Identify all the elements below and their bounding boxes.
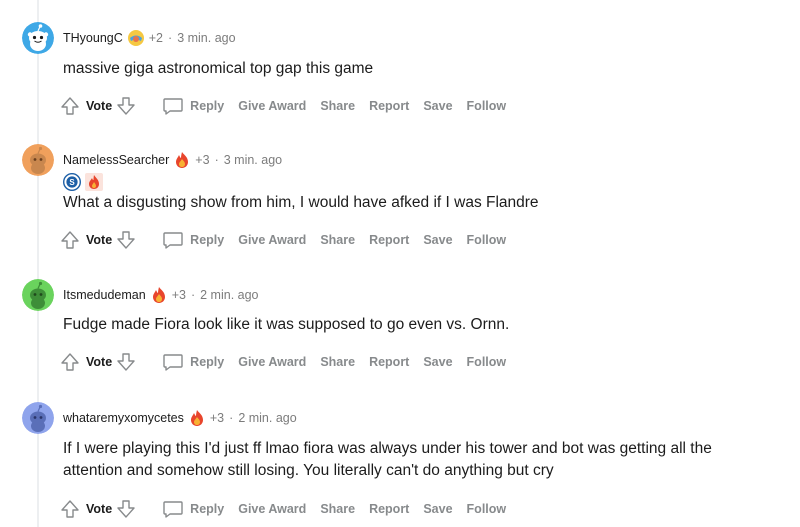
report-button[interactable]: Report	[369, 233, 409, 247]
follow-button[interactable]: Follow	[467, 355, 507, 369]
comment-bubble-icon	[163, 98, 183, 115]
report-button[interactable]: Report	[369, 355, 409, 369]
report-button[interactable]: Report	[369, 502, 409, 516]
username-link[interactable]: THyoungC	[63, 31, 123, 45]
share-button[interactable]: Share	[320, 355, 355, 369]
comment-body: Fudge made Fiora look like it was suppos…	[63, 316, 510, 333]
follow-button[interactable]: Follow	[467, 99, 507, 113]
share-button[interactable]: Share	[320, 502, 355, 516]
separator-dot: ·	[168, 31, 173, 45]
comment-bubble-icon	[163, 354, 183, 371]
downvote-icon[interactable]	[116, 230, 136, 250]
comment-body: If I were playing this I'd just ff lmao …	[63, 440, 712, 479]
snoo-avatar-icon	[22, 279, 54, 311]
award-count[interactable]: +3	[210, 411, 224, 425]
reply-button[interactable]: Reply	[162, 499, 224, 519]
upvote-icon[interactable]	[60, 96, 80, 116]
timestamp[interactable]: 3 min. ago	[177, 31, 235, 45]
separator-dot: ·	[190, 288, 196, 302]
reply-button[interactable]: Reply	[162, 96, 224, 116]
fire-award-icon[interactable]	[173, 151, 191, 169]
award-count[interactable]: +2	[149, 31, 163, 45]
timestamp[interactable]: 2 min. ago	[238, 411, 296, 425]
downvote-icon[interactable]	[116, 499, 136, 519]
reply-label: Reply	[190, 502, 225, 516]
comment-actions: Vote Reply Give Award Share Report Save …	[60, 497, 506, 521]
save-button[interactable]: Save	[423, 99, 452, 113]
downvote-icon[interactable]	[116, 352, 136, 372]
share-button[interactable]: Share	[320, 99, 355, 113]
give-award-button[interactable]: Give Award	[238, 99, 306, 113]
comment-actions: Vote Reply Give Award Share Report Save …	[60, 94, 506, 118]
reply-button[interactable]: Reply	[162, 230, 224, 250]
separator-dot: ·	[229, 411, 234, 425]
fire-award-icon[interactable]	[188, 409, 206, 427]
snoo-avatar-icon	[22, 144, 54, 176]
comment-body: What a disgusting show from him, I would…	[63, 194, 539, 211]
username-link[interactable]: Itsmedudeman	[63, 288, 146, 302]
upvote-icon[interactable]	[60, 352, 80, 372]
vote-label: Vote	[86, 355, 113, 369]
save-button[interactable]: Save	[423, 233, 452, 247]
avatar[interactable]	[22, 144, 54, 176]
comment-meta: Itsmedudeman +3 · 2 min. ago	[63, 285, 259, 305]
vote-group: Vote	[60, 352, 136, 372]
fire-award-icon[interactable]	[150, 286, 168, 304]
timestamp[interactable]: 2 min. ago	[200, 288, 258, 302]
award-count[interactable]: +3	[172, 288, 186, 302]
vote-group: Vote	[60, 230, 136, 250]
thread-line[interactable]	[37, 0, 39, 527]
avatar[interactable]	[22, 402, 54, 434]
downvote-icon[interactable]	[116, 96, 136, 116]
svg-text:S: S	[69, 178, 75, 187]
schalke-logo-icon: S	[63, 173, 81, 191]
flame-flair-icon	[85, 173, 103, 191]
timestamp[interactable]: 3 min. ago	[224, 153, 282, 167]
save-button[interactable]: Save	[423, 502, 452, 516]
give-award-button[interactable]: Give Award	[238, 233, 306, 247]
vote-group: Vote	[60, 96, 136, 116]
avatar[interactable]	[22, 22, 54, 54]
username-link[interactable]: NamelessSearcher	[63, 153, 169, 167]
snoo-avatar-icon	[22, 22, 54, 54]
upvote-icon[interactable]	[60, 230, 80, 250]
upvote-icon[interactable]	[60, 499, 80, 519]
comment-meta: NamelessSearcher +3 · 3 min. ago	[63, 150, 282, 170]
vote-label: Vote	[86, 502, 113, 516]
follow-button[interactable]: Follow	[467, 502, 507, 516]
comment-bubble-icon	[163, 232, 183, 249]
share-button[interactable]: Share	[320, 233, 355, 247]
award-count[interactable]: +3	[195, 153, 209, 167]
give-award-button[interactable]: Give Award	[238, 502, 306, 516]
comment-bubble-icon	[163, 501, 183, 518]
user-flair: S	[63, 173, 103, 191]
comment-actions: Vote Reply Give Award Share Report Save …	[60, 350, 506, 374]
reply-label: Reply	[190, 99, 225, 113]
avatar[interactable]	[22, 279, 54, 311]
wholesome-award-icon[interactable]	[127, 29, 145, 47]
save-button[interactable]: Save	[423, 355, 452, 369]
reply-label: Reply	[190, 355, 225, 369]
vote-label: Vote	[86, 233, 113, 247]
comment-meta: THyoungC +2 · 3 min. ago	[63, 28, 236, 48]
reply-button[interactable]: Reply	[162, 352, 224, 372]
vote-label: Vote	[86, 99, 113, 113]
comment-body: massive giga astronomical top gap this g…	[63, 60, 374, 77]
reply-label: Reply	[190, 233, 225, 247]
snoo-avatar-icon	[22, 402, 54, 434]
comment-actions: Vote Reply Give Award Share Report Save …	[60, 228, 506, 252]
give-award-button[interactable]: Give Award	[238, 355, 306, 369]
username-link[interactable]: whataremyxomycetes	[63, 411, 184, 425]
vote-group: Vote	[60, 499, 136, 519]
comment-meta: whataremyxomycetes +3 · 2 min. ago	[63, 408, 297, 428]
report-button[interactable]: Report	[369, 99, 409, 113]
separator-dot: ·	[214, 153, 219, 167]
follow-button[interactable]: Follow	[467, 233, 507, 247]
